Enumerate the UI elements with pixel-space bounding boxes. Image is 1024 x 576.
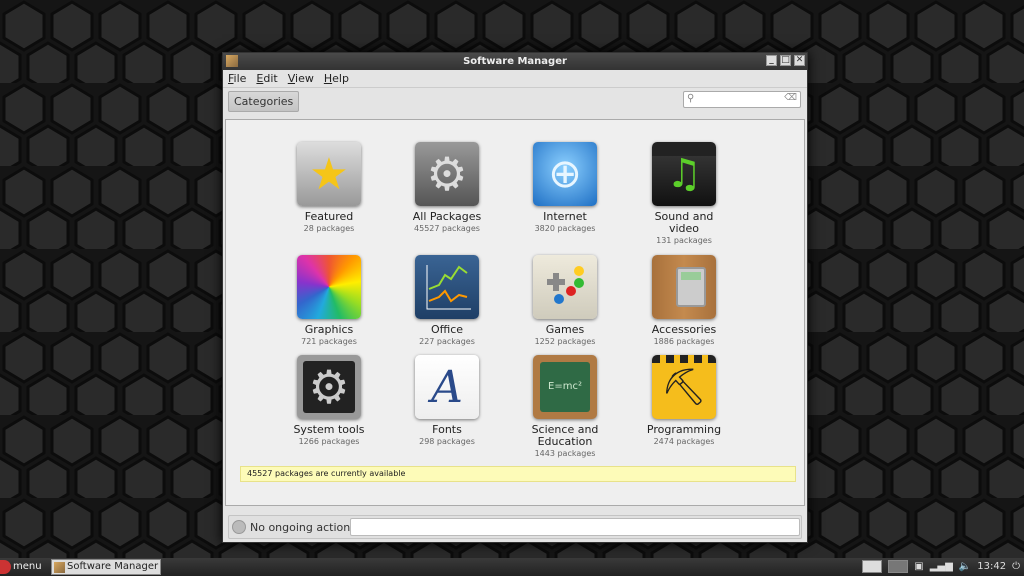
font-icon: A: [415, 355, 479, 419]
toolbar: Categories ⚲ ⌫: [223, 88, 807, 116]
system-tray: ▣ ▂▄▆ 🔈 13:42 ⏻: [862, 560, 1020, 573]
gamepad-icon: [533, 255, 597, 319]
category-count: 298 packages: [419, 437, 475, 446]
category-count: 1266 packages: [298, 437, 360, 446]
category-label: Sound and video: [654, 210, 714, 235]
category-count: 28 packages: [303, 224, 355, 233]
clapper-music-icon: ♫: [652, 142, 716, 206]
chalkboard-icon: E=mc²: [533, 355, 597, 419]
category-label: Science and Education: [531, 423, 599, 448]
menu-button[interactable]: menu: [13, 561, 42, 572]
category-count: 3820 packages: [534, 224, 596, 233]
category-internet[interactable]: ⊕ Internet 3820 packages: [506, 142, 624, 234]
categories-button[interactable]: Categories: [228, 91, 300, 112]
category-all-packages[interactable]: ⚙ All Packages 45527 packages: [388, 142, 506, 234]
category-count: 1443 packages: [534, 449, 596, 458]
category-count: 2474 packages: [653, 437, 715, 446]
construction-icon: ⛏: [652, 355, 716, 419]
category-label: Games: [545, 323, 585, 336]
app-icon: [226, 55, 238, 67]
category-count: 721 packages: [301, 337, 357, 346]
battery-icon[interactable]: ▣: [914, 561, 923, 572]
software-manager-window: Software Manager _ □ ✕ File Edit View He…: [222, 52, 808, 543]
category-label: Graphics: [304, 323, 354, 336]
task-label: Software Manager: [67, 561, 159, 572]
category-system-tools[interactable]: ⚙ System tools 1266 packages: [270, 355, 388, 447]
category-featured[interactable]: ★ Featured 28 packages: [270, 142, 388, 234]
info-bar: 45527 packages are currently available: [240, 466, 796, 482]
minimize-button[interactable]: _: [766, 55, 777, 66]
category-fonts[interactable]: A Fonts 298 packages: [388, 355, 506, 447]
category-label: Programming: [646, 423, 722, 436]
clear-icon[interactable]: ⌫: [784, 93, 797, 103]
category-count: 131 packages: [656, 236, 712, 245]
status-text: No ongoing actions: [250, 521, 356, 534]
taskbar: menu Software Manager ▣ ▂▄▆ 🔈 13:42 ⏻: [0, 558, 1024, 576]
progress-gear-icon: [232, 520, 246, 534]
menu-view[interactable]: View: [288, 70, 314, 87]
category-label: Accessories: [651, 323, 717, 336]
category-count: 227 packages: [419, 337, 475, 346]
clock[interactable]: 13:42: [977, 561, 1006, 572]
taskbar-window-button[interactable]: Software Manager: [51, 559, 161, 575]
title-bar[interactable]: Software Manager _ □ ✕: [223, 53, 807, 70]
category-label: Internet: [543, 210, 587, 223]
app-icon: [54, 562, 65, 573]
progress-field: [350, 518, 800, 536]
category-label: System tools: [293, 423, 365, 436]
category-science-and-education[interactable]: E=mc² Science and Education 1443 package…: [506, 355, 624, 459]
star-icon: ★: [297, 142, 361, 206]
category-count: 45527 packages: [414, 224, 480, 233]
workspace-2[interactable]: [888, 560, 909, 573]
category-label: All Packages: [412, 210, 482, 223]
status-bar: No ongoing actions: [228, 515, 802, 539]
category-count: 1886 packages: [653, 337, 715, 346]
categories-panel: ★ Featured 28 packages ⚙ All Packages 45…: [225, 119, 805, 506]
menu-bar: File Edit View Help: [223, 70, 807, 88]
gears-icon: ⚙: [297, 355, 361, 419]
search-icon: ⚲: [687, 93, 695, 104]
category-label: Office: [430, 323, 464, 336]
category-graphics[interactable]: Graphics 721 packages: [270, 255, 388, 347]
category-label: Featured: [304, 210, 354, 223]
color-wheel-icon: [297, 255, 361, 319]
workspace-1[interactable]: [862, 560, 883, 573]
maximize-button[interactable]: □: [780, 55, 791, 66]
globe-icon: ⊕: [533, 142, 597, 206]
category-label: Fonts: [432, 423, 462, 436]
close-button[interactable]: ✕: [794, 55, 805, 66]
search-input[interactable]: ⚲ ⌫: [683, 91, 801, 108]
window-title: Software Manager: [463, 56, 567, 67]
gear-icon: ⚙: [415, 142, 479, 206]
power-icon[interactable]: ⏻: [1012, 561, 1020, 572]
category-sound-and-video[interactable]: ♫ Sound and video 131 packages: [625, 142, 743, 246]
volume-icon[interactable]: 🔈: [959, 561, 971, 572]
chart-icon: [415, 255, 479, 319]
menu-file[interactable]: File: [228, 70, 246, 87]
category-count: 1252 packages: [534, 337, 596, 346]
network-icon[interactable]: ▂▄▆: [930, 561, 953, 572]
category-office[interactable]: Office 227 packages: [388, 255, 506, 347]
category-programming[interactable]: ⛏ Programming 2474 packages: [625, 355, 743, 447]
menu-edit[interactable]: Edit: [256, 70, 277, 87]
mint-logo-icon[interactable]: [0, 560, 11, 574]
menu-help[interactable]: Help: [324, 70, 349, 87]
calculator-icon: [652, 255, 716, 319]
category-accessories[interactable]: Accessories 1886 packages: [625, 255, 743, 347]
category-games[interactable]: Games 1252 packages: [506, 255, 624, 347]
